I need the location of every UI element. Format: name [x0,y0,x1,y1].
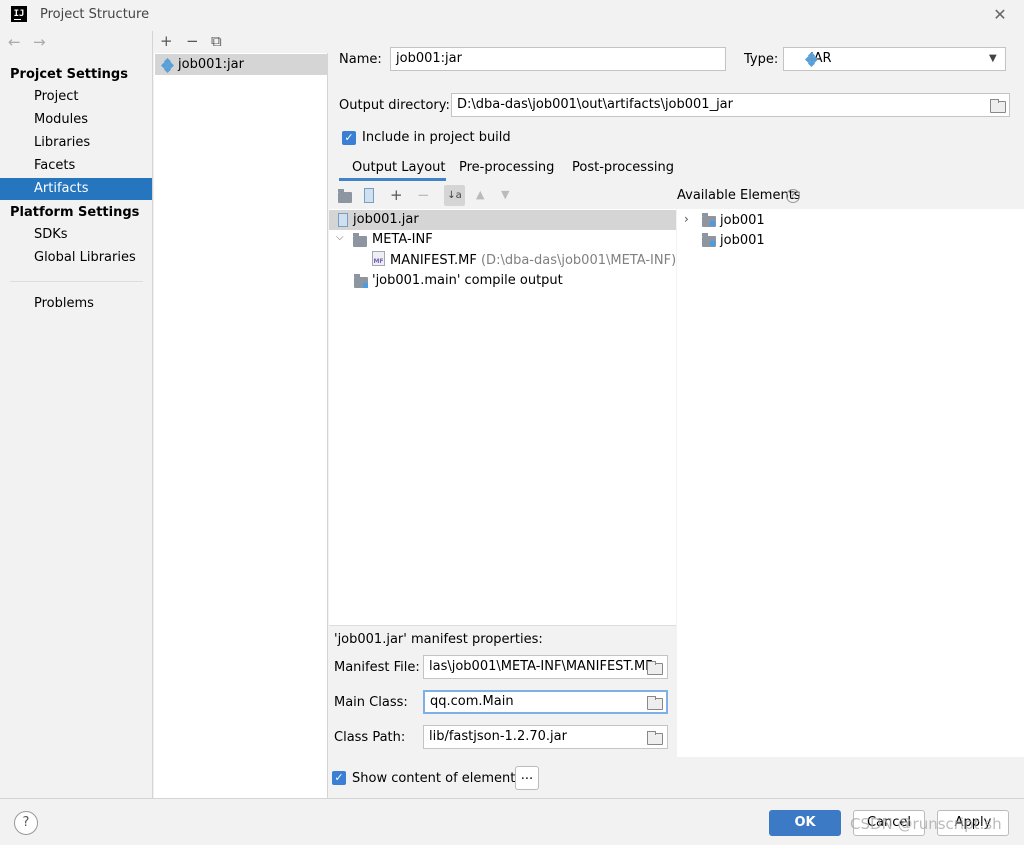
main-class-input[interactable]: qq.com.Main [423,690,668,714]
module-badge-icon [363,283,368,288]
create-archive-icon[interactable] [364,188,374,203]
create-directory-icon[interactable] [338,189,352,203]
nav-item-facets[interactable]: Facets [0,155,152,177]
type-label: Type: [744,52,779,67]
active-tab-indicator [339,178,446,181]
available-item-module[interactable]: job001 [720,213,765,228]
available-elements-title: Available Elements [677,188,801,203]
tree-item-meta-inf[interactable]: META-INF [372,232,433,247]
jar-archive-icon [338,213,348,227]
manifest-file-name: MANIFEST.MF [390,253,477,268]
copy-artifact-button[interactable]: ⧉ [211,31,222,51]
manifest-file-path: (D:\dba-das\job001\META-INF) [480,253,677,268]
manifest-file-icon: MF [372,251,385,266]
chevron-down-icon[interactable]: ⌵ [336,232,344,243]
include-build-label: Include in project build [362,130,511,145]
class-path-label: Class Path: [334,730,406,745]
nav-divider [10,281,143,282]
show-content-options-button[interactable]: ... [515,766,539,790]
name-label: Name: [339,52,382,67]
tree-item-compile-output[interactable]: 'job001.main' compile output [372,273,563,288]
output-directory-input[interactable]: D:\dba-das\job001\out\artifacts\job001_j… [451,93,1010,117]
add-artifact-button[interactable]: + [160,31,173,51]
tree-item-root-jar[interactable]: job001.jar [353,212,419,227]
back-arrow-icon[interactable]: ← [8,33,21,51]
nav-item-problems[interactable]: Problems [0,293,152,315]
jar-type-icon [805,51,819,68]
nav-item-artifacts[interactable]: Artifacts [0,178,152,200]
artifact-list-item-label: job001:jar [178,57,244,72]
watermark: CSDN @runscript.sh [850,815,1002,833]
intellij-logo-icon: IJ [11,6,27,22]
show-content-checkbox[interactable]: ✓ [332,771,346,785]
nav-item-sdks[interactable]: SDKs [0,224,152,246]
manifest-file-input[interactable]: las\job001\META-INF\MANIFEST.MF [423,655,668,679]
show-content-label: Show content of elements [352,771,523,786]
jar-artifact-icon [160,57,175,74]
include-build-checkbox[interactable]: ✓ [342,131,356,145]
help-icon[interactable]: ? [786,189,800,203]
platform-settings-header: Platform Settings [10,205,140,220]
move-down-icon[interactable]: ▼ [501,188,509,201]
browse-folder-icon[interactable] [647,661,663,675]
nav-item-global-libraries[interactable]: Global Libraries [0,247,152,269]
help-button[interactable]: ? [14,811,38,835]
module-badge-icon [710,241,715,246]
tab-pre-processing[interactable]: Pre-processing [459,158,554,182]
module-badge-icon [710,221,715,226]
ok-button[interactable]: OK [769,810,841,836]
tab-post-processing[interactable]: Post-processing [572,158,674,182]
manifest-file-label: Manifest File: [334,660,420,675]
browse-folder-icon[interactable] [647,696,663,710]
name-input[interactable]: job001:jar [390,47,726,71]
browse-folder-icon[interactable] [990,99,1006,113]
remove-artifact-button[interactable]: − [186,31,199,51]
main-class-label: Main Class: [334,695,408,710]
chevron-right-icon[interactable]: › [684,212,689,226]
chevron-down-icon[interactable]: ▼ [989,53,997,64]
move-up-icon[interactable]: ▲ [476,188,484,201]
output-directory-label: Output directory: [339,98,450,113]
nav-item-libraries[interactable]: Libraries [0,132,152,154]
close-icon[interactable]: ✕ [990,5,1010,25]
available-elements-tree [677,209,1024,757]
add-copy-icon[interactable]: + [390,185,403,205]
nav-item-modules[interactable]: Modules [0,109,152,131]
class-path-input[interactable]: lib/fastjson-1.2.70.jar [423,725,668,749]
sort-elements-icon[interactable]: ↓a [444,185,465,206]
remove-element-icon[interactable]: − [417,185,430,205]
folder-icon [353,233,367,247]
window-title: Project Structure [40,7,150,22]
forward-arrow-icon[interactable]: → [33,33,46,51]
available-item-output[interactable]: job001 [720,233,765,248]
nav-item-project[interactable]: Project [0,86,152,108]
browse-folder-icon[interactable] [647,731,663,745]
manifest-properties-title: 'job001.jar' manifest properties: [334,632,543,647]
title-bar [0,0,1024,31]
artifact-list-toolbar [154,31,328,53]
artifact-list [154,31,328,798]
tree-item-manifest[interactable]: MANIFEST.MF (D:\dba-das\job001\META-INF) [390,253,676,268]
output-layout-tree [329,209,676,625]
project-settings-header: Projcet Settings [10,67,128,82]
